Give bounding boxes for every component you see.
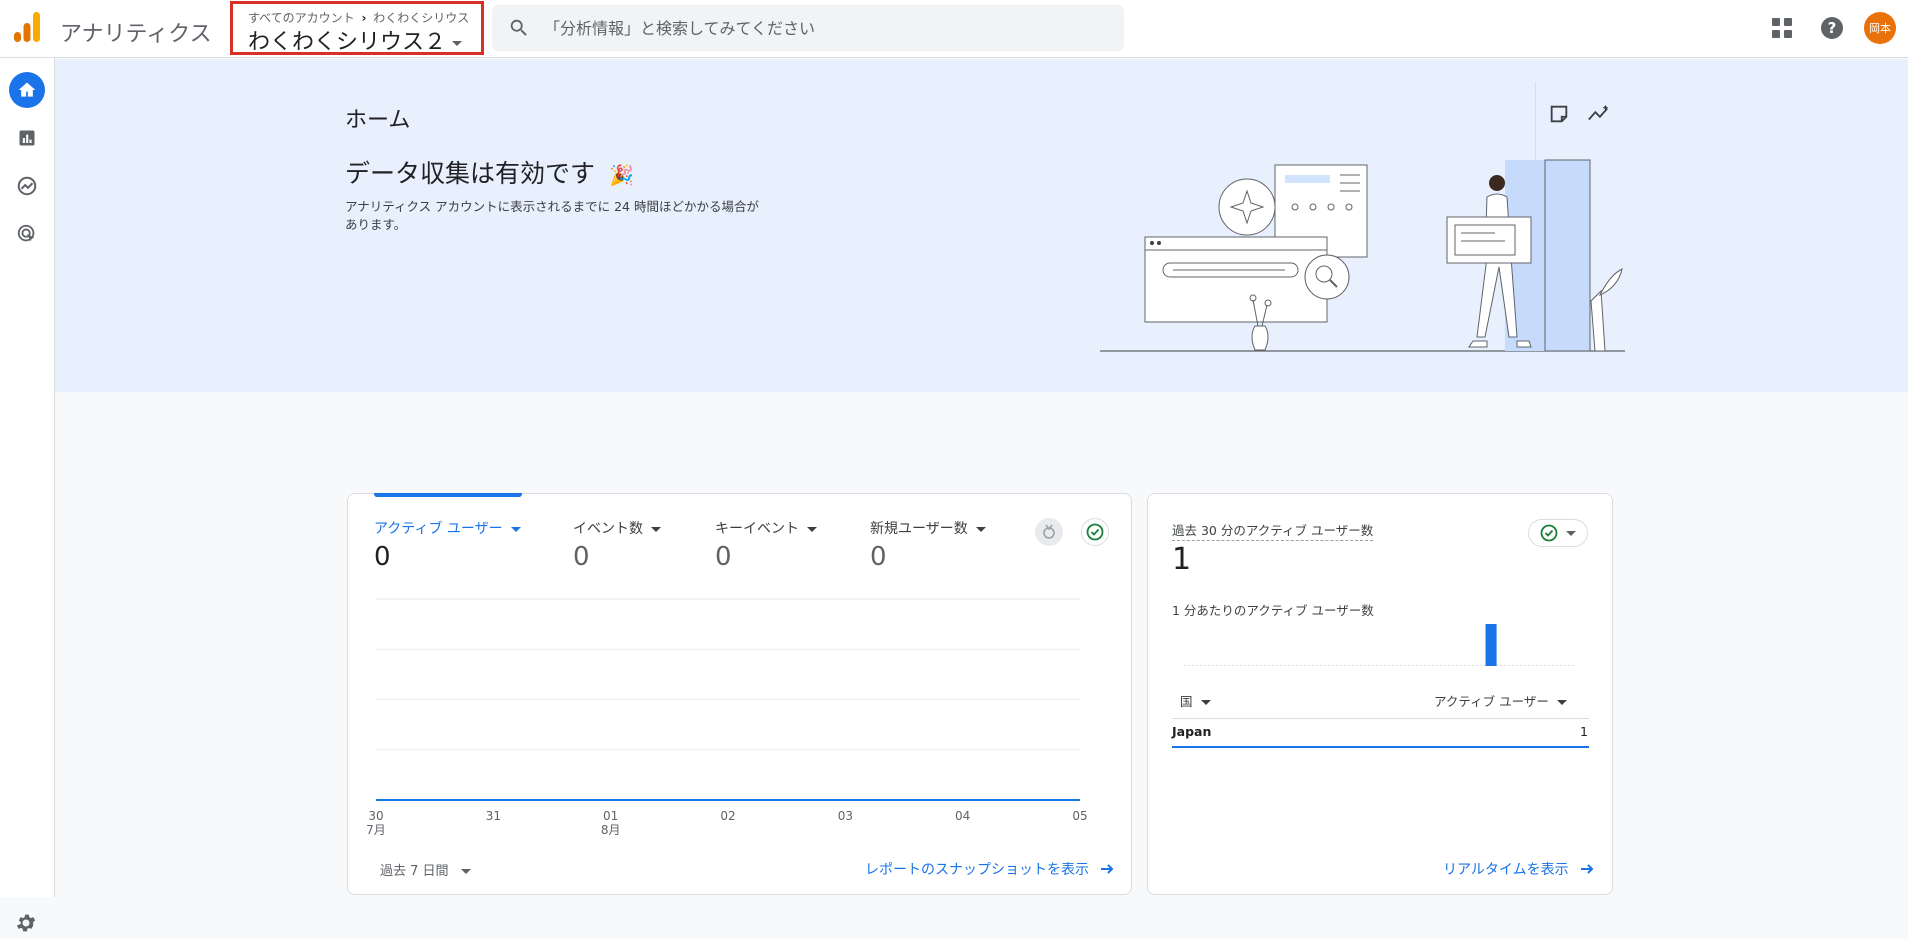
- chevron-down-icon: [1556, 700, 1567, 705]
- apps-grid-graphic: [1772, 18, 1792, 38]
- x-tick-month-label: 7月: [366, 823, 386, 837]
- hero-description: アナリティクス アカウントに表示されるまでに 24 時間ほどかかる場合があります…: [345, 199, 759, 232]
- help-graphic: ?: [1821, 17, 1843, 39]
- property-selector[interactable]: すべてのアカウント › わくわくシリウス わくわくシリウス２: [230, 1, 484, 55]
- x-tick-label: 02: [720, 809, 735, 823]
- table-divider: [1172, 718, 1589, 719]
- users-cell: 1: [1580, 724, 1588, 739]
- hero-headline-text: データ収集は有効です: [345, 159, 596, 188]
- left-nav-rail: [0, 58, 55, 932]
- hero-headline: データ収集は有効です 🎉: [345, 154, 634, 190]
- view-realtime-link[interactable]: リアルタイムを表示: [1443, 859, 1595, 879]
- x-tick-label: 03: [838, 809, 853, 823]
- property-name: わくわくシリウス２: [248, 24, 463, 56]
- overview-line-chart: 307月 31 018月 02 03 04 05: [366, 598, 1088, 837]
- date-range-selector[interactable]: 過去 7 日間: [380, 860, 471, 879]
- realtime-status-dropdown[interactable]: [1528, 519, 1588, 547]
- realtime-title[interactable]: 過去 30 分のアクティブ ユーザー数: [1172, 520, 1374, 541]
- realtime-value: 1: [1172, 542, 1192, 577]
- gear-icon: [16, 914, 36, 932]
- sticky-note-icon: [1550, 105, 1568, 123]
- chevron-down-icon: [1200, 700, 1211, 705]
- search-bar[interactable]: [492, 5, 1124, 51]
- avatar[interactable]: 岡本: [1864, 12, 1896, 44]
- explore-icon: [17, 176, 37, 196]
- x-tick-label: 31: [486, 809, 501, 823]
- per-minute-bar-chart: [1184, 624, 1576, 666]
- apps-grid-icon[interactable]: [1768, 14, 1796, 42]
- nav-explore[interactable]: [9, 168, 45, 204]
- arrow-right-icon: [1101, 864, 1114, 874]
- settings-button[interactable]: [14, 911, 38, 939]
- view-realtime-label: リアルタイムを表示: [1443, 862, 1569, 878]
- chevron-down-icon: [452, 40, 463, 46]
- svg-text:?: ?: [1828, 19, 1837, 37]
- view-report-snapshot-label: レポートのスナップショットを表示: [865, 862, 1089, 878]
- users-column-label: アクティブ ユーザー: [1434, 694, 1549, 709]
- x-tick-label: 04: [955, 809, 970, 823]
- sticky-note-button[interactable]: [1545, 100, 1573, 128]
- app-title: アナリティクス: [60, 22, 212, 47]
- x-tick-label: 01: [603, 809, 618, 823]
- advertising-icon: [17, 224, 35, 242]
- view-report-snapshot-link[interactable]: レポートのスナップショットを表示: [865, 859, 1115, 879]
- arrow-right-icon: [1580, 864, 1594, 874]
- minute-bar[interactable]: [1485, 624, 1497, 666]
- x-tick-label: 05: [1072, 809, 1087, 823]
- search-input[interactable]: [544, 5, 1104, 51]
- home-icon: [18, 82, 36, 97]
- breadcrumb-separator-icon: ›: [361, 11, 367, 25]
- country-cell: Japan: [1172, 724, 1212, 739]
- help-icon[interactable]: ?: [1818, 14, 1846, 42]
- insights-button[interactable]: [1585, 100, 1613, 128]
- nav-reports[interactable]: [9, 120, 45, 156]
- date-range-label: 過去 7 日間: [380, 864, 449, 879]
- overview-card: アクティブ ユーザー 0 イベント数 0 キーイベント 0 新規ユーザー数 0 …: [347, 493, 1132, 895]
- breadcrumb-account: わくわくシリウス: [373, 11, 470, 25]
- search-icon: [510, 19, 527, 36]
- breadcrumb-all-accounts: すべてのアカウント: [248, 11, 355, 25]
- hero-illustration: [1100, 159, 1625, 352]
- x-tick-label: 30: [368, 809, 383, 823]
- page-title: ホーム: [345, 108, 411, 133]
- analytics-logo[interactable]: [14, 12, 40, 42]
- x-tick-month-label: 8月: [601, 823, 621, 837]
- chevron-down-icon: [1566, 530, 1576, 536]
- users-column-header[interactable]: アクティブ ユーザー: [1434, 691, 1567, 710]
- check-circle-icon: [1540, 524, 1558, 542]
- country-column-header[interactable]: 国: [1180, 691, 1211, 710]
- nav-home[interactable]: [9, 72, 45, 108]
- country-column-label: 国: [1180, 694, 1193, 709]
- party-popper-icon: 🎉: [608, 163, 634, 187]
- top-bar: アナリティクス すべてのアカウント › わくわくシリウス わくわくシリウス２ ?…: [0, 0, 1908, 58]
- insights-icon: [1588, 104, 1609, 121]
- nav-advertising[interactable]: [9, 216, 45, 252]
- realtime-subtitle: 1 分あたりのアクティブ ユーザー数: [1172, 603, 1374, 618]
- reports-icon: [19, 130, 35, 146]
- realtime-card: 過去 30 分のアクティブ ユーザー数 1 1 分あたりのアクティブ ユーザー数…: [1147, 493, 1613, 895]
- property-name-label: わくわくシリウス２: [248, 30, 447, 55]
- row-share-bar: [1172, 746, 1589, 748]
- chevron-down-icon: [460, 869, 471, 874]
- hero-divider: [1535, 82, 1536, 162]
